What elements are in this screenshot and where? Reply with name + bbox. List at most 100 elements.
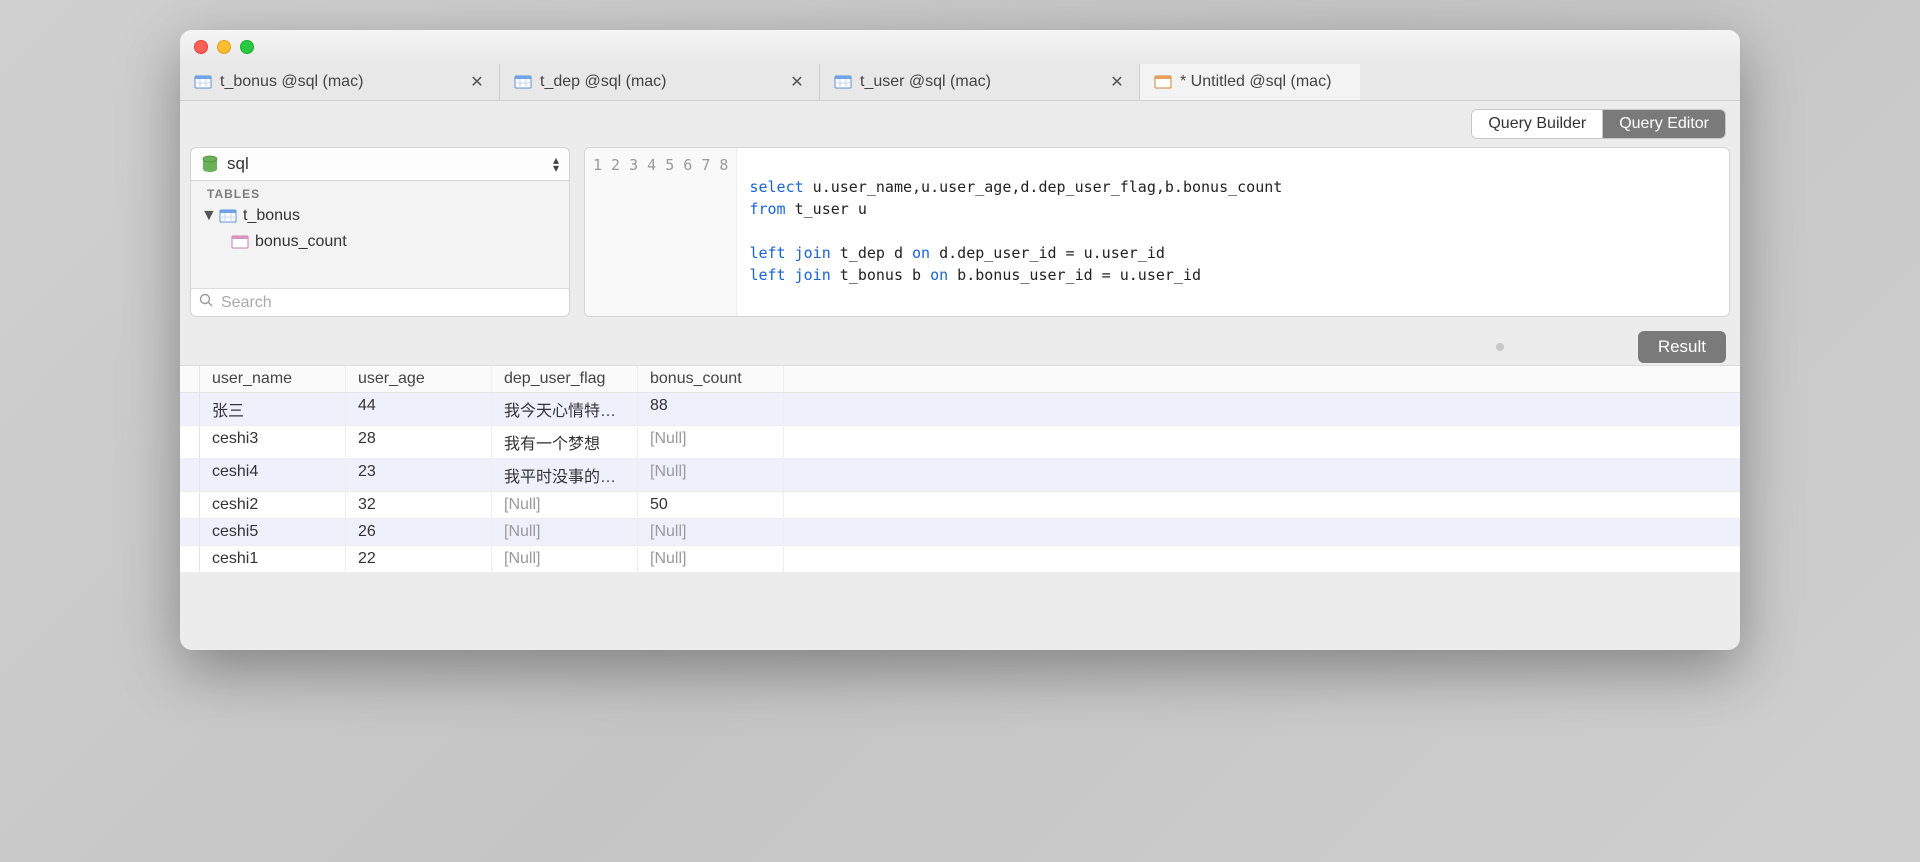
cell[interactable]: 22 (346, 546, 492, 572)
column-header[interactable]: dep_user_flag (492, 366, 638, 392)
cell-spacer (784, 519, 1740, 545)
table-icon (194, 75, 212, 89)
result-grid: user_nameuser_agedep_user_flagbonus_coun… (180, 365, 1740, 573)
table-row[interactable]: ceshi232[Null]50 (180, 492, 1740, 519)
code-editor[interactable]: 1 2 3 4 5 6 7 8 select u.user_name,u.use… (584, 147, 1730, 317)
row-marker-header (180, 366, 200, 392)
database-selector[interactable]: sql ▴▾ (191, 148, 569, 181)
tab-close-icon[interactable]: ✕ (469, 72, 485, 92)
cell[interactable]: 我平时没事的时候喜 (492, 459, 638, 491)
grid-header: user_nameuser_agedep_user_flagbonus_coun… (180, 366, 1740, 393)
table-row[interactable]: 张三44我今天心情特别好，88 (180, 393, 1740, 426)
cell[interactable]: ceshi3 (200, 426, 346, 458)
tab-close-icon[interactable]: ✕ (789, 72, 805, 92)
cell[interactable]: [Null] (638, 459, 784, 491)
search-icon (199, 293, 213, 312)
cell[interactable]: 我今天心情特别好， (492, 393, 638, 425)
cell[interactable]: ceshi2 (200, 492, 346, 518)
cell[interactable]: ceshi4 (200, 459, 346, 491)
mode-segmented: Query Builder Query Editor (1471, 109, 1726, 139)
column-icon (231, 235, 249, 249)
cell[interactable]: 28 (346, 426, 492, 458)
combo-chevrons-icon: ▴▾ (553, 156, 559, 173)
table-row[interactable]: ceshi328我有一个梦想[Null] (180, 426, 1740, 459)
cell[interactable]: 张三 (200, 393, 346, 425)
tab-label: * Untitled @sql (mac) (1180, 73, 1331, 91)
tab-label: t_dep @sql (mac) (540, 73, 667, 91)
database-name: sql (227, 154, 545, 174)
column-header[interactable]: user_name (200, 366, 346, 392)
row-marker[interactable] (180, 519, 200, 545)
query-file-icon (1154, 75, 1172, 89)
tab-1[interactable]: t_dep @sql (mac) ✕ (500, 64, 820, 100)
result-button[interactable]: Result (1638, 331, 1726, 363)
code-content[interactable]: select u.user_name,u.user_age,d.dep_user… (737, 148, 1294, 316)
tables-header: TABLES (191, 181, 569, 203)
titlebar (180, 30, 1740, 64)
row-marker[interactable] (180, 459, 200, 491)
sidebar-search (191, 288, 569, 316)
cell[interactable]: [Null] (638, 519, 784, 545)
split-handle-icon[interactable] (1496, 343, 1504, 351)
cell[interactable]: [Null] (492, 546, 638, 572)
search-input[interactable] (221, 294, 561, 312)
row-marker[interactable] (180, 492, 200, 518)
cell[interactable]: 50 (638, 492, 784, 518)
column-header-spacer (784, 366, 1740, 392)
disclosure-triangle-icon[interactable]: ▼ (201, 207, 213, 225)
tables-tree: ▼ t_bonus bonus_count (191, 203, 569, 288)
cell[interactable]: 88 (638, 393, 784, 425)
query-editor-button[interactable]: Query Editor (1602, 110, 1725, 138)
cell-spacer (784, 546, 1740, 572)
row-marker[interactable] (180, 426, 200, 458)
cell-spacer (784, 459, 1740, 491)
line-gutter: 1 2 3 4 5 6 7 8 (585, 148, 737, 316)
column-header[interactable]: user_age (346, 366, 492, 392)
main-area: sql ▴▾ TABLES ▼ t_bonus bonus_count 1 2 3 … (180, 143, 1740, 321)
tree-label: t_bonus (243, 207, 300, 225)
cell[interactable]: ceshi5 (200, 519, 346, 545)
tree-column-row[interactable]: bonus_count (197, 229, 563, 255)
table-row[interactable]: ceshi423我平时没事的时候喜[Null] (180, 459, 1740, 492)
cell-spacer (784, 426, 1740, 458)
cell[interactable]: [Null] (638, 546, 784, 572)
column-header[interactable]: bonus_count (638, 366, 784, 392)
cell[interactable]: 32 (346, 492, 492, 518)
mode-toolbar: Query Builder Query Editor (180, 101, 1740, 143)
window-close-button[interactable] (194, 40, 208, 54)
table-icon (834, 75, 852, 89)
tab-0[interactable]: t_bonus @sql (mac) ✕ (180, 64, 500, 100)
table-icon (219, 209, 237, 223)
window-minimize-button[interactable] (217, 40, 231, 54)
query-builder-button[interactable]: Query Builder (1472, 110, 1602, 138)
tab-label: t_bonus @sql (mac) (220, 73, 363, 91)
table-row[interactable]: ceshi122[Null][Null] (180, 546, 1740, 573)
table-icon (514, 75, 532, 89)
tab-3[interactable]: * Untitled @sql (mac) (1140, 64, 1360, 100)
result-toolbar: Result (180, 321, 1740, 365)
cell[interactable]: [Null] (492, 519, 638, 545)
row-marker[interactable] (180, 546, 200, 572)
tab-label: t_user @sql (mac) (860, 73, 991, 91)
table-row[interactable]: ceshi526[Null][Null] (180, 519, 1740, 546)
traffic-lights (194, 40, 254, 54)
cell-spacer (784, 492, 1740, 518)
row-marker[interactable] (180, 393, 200, 425)
tree-table-row[interactable]: ▼ t_bonus (197, 203, 563, 229)
tab-bar: t_bonus @sql (mac)✕t_dep @sql (mac)✕t_us… (180, 64, 1740, 101)
cell[interactable]: [Null] (492, 492, 638, 518)
app-window: t_bonus @sql (mac)✕t_dep @sql (mac)✕t_us… (180, 30, 1740, 650)
tab-close-icon[interactable]: ✕ (1109, 72, 1125, 92)
cell[interactable]: 44 (346, 393, 492, 425)
tab-2[interactable]: t_user @sql (mac) ✕ (820, 64, 1140, 100)
cell[interactable]: 26 (346, 519, 492, 545)
database-icon (201, 155, 219, 173)
cell-spacer (784, 393, 1740, 425)
cell[interactable]: ceshi1 (200, 546, 346, 572)
tree-label: bonus_count (255, 233, 347, 251)
cell[interactable]: [Null] (638, 426, 784, 458)
cell[interactable]: 我有一个梦想 (492, 426, 638, 458)
cell[interactable]: 23 (346, 459, 492, 491)
window-maximize-button[interactable] (240, 40, 254, 54)
sidebar: sql ▴▾ TABLES ▼ t_bonus bonus_count (190, 147, 570, 317)
